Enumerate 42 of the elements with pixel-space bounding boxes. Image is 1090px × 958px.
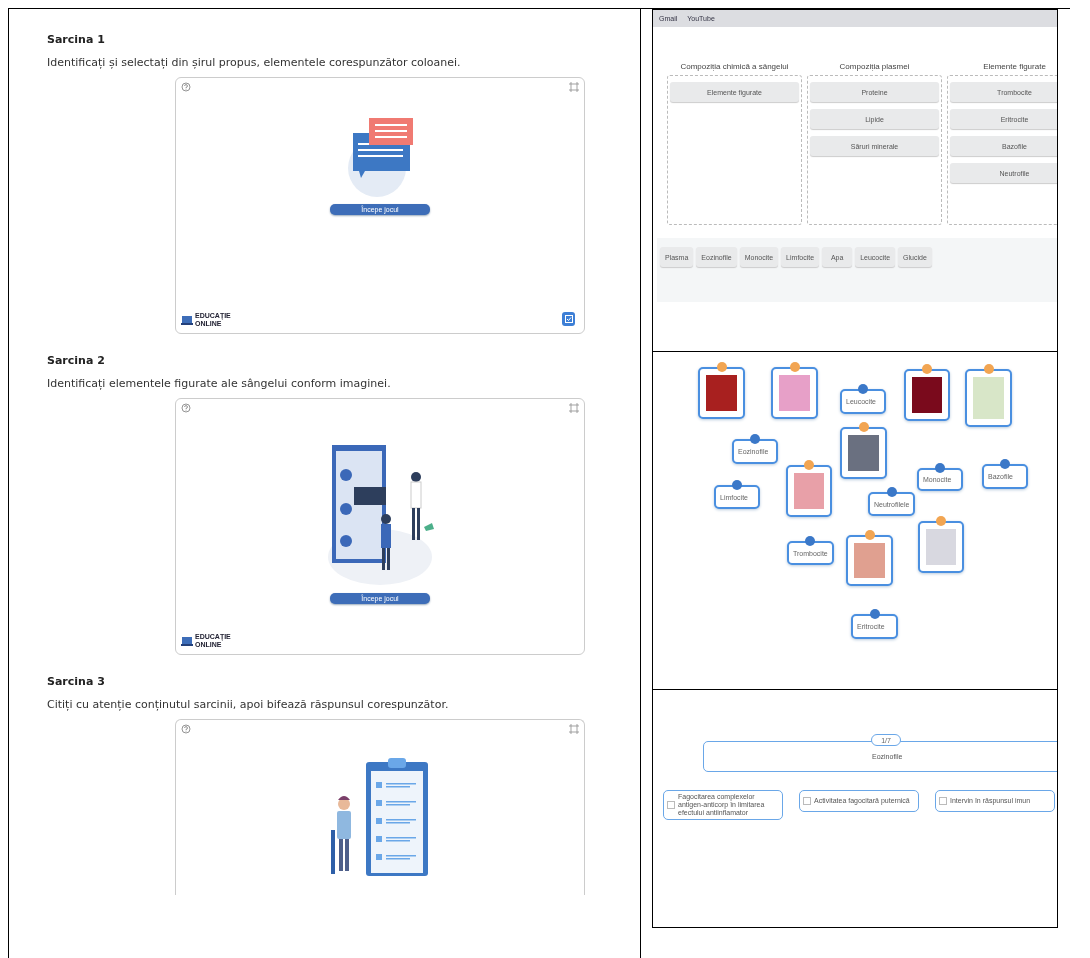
laptop-logo-icon — [181, 315, 193, 325]
photo-placeholder — [854, 543, 885, 578]
help-icon[interactable] — [181, 403, 191, 413]
help-icon[interactable] — [181, 82, 191, 92]
column-title: Elemente figurate — [983, 62, 1046, 73]
laptop-logo-icon — [181, 636, 193, 646]
checkbox[interactable] — [667, 801, 675, 809]
photo-placeholder — [706, 375, 737, 411]
pin-icon[interactable] — [732, 480, 742, 490]
fullscreen-icon[interactable] — [569, 82, 579, 92]
pin-icon[interactable] — [804, 460, 814, 470]
task-instruction: Identificați și selectați din șirul propus, elementele corespunzător coloanei. — [47, 56, 462, 69]
photo-placeholder — [779, 375, 810, 411]
photo-card[interactable] — [904, 369, 950, 421]
task-title: Sarcina 2 — [47, 354, 106, 367]
photo-placeholder — [848, 435, 879, 471]
column-title: Compoziția chimică a sângelui — [680, 62, 789, 73]
photo-placeholder — [973, 377, 1004, 419]
help-icon[interactable] — [181, 724, 191, 734]
pin-icon[interactable] — [922, 364, 932, 374]
task-title: Sarcina 1 — [47, 33, 106, 46]
column-title: Compoziția plasmei — [839, 62, 910, 73]
pin-icon[interactable] — [858, 384, 868, 394]
photo-placeholder — [926, 529, 956, 565]
checkbox-icon — [564, 315, 573, 323]
checkbox[interactable] — [939, 797, 947, 805]
check-button[interactable] — [562, 312, 575, 326]
checkbox[interactable] — [803, 797, 811, 805]
photo-placeholder — [912, 377, 942, 413]
task-instruction: Citiți cu atenție conținutul sarcinii, apoi bifează răspunsul corespunzător. — [47, 698, 450, 711]
pin-icon[interactable] — [805, 536, 816, 546]
task-instruction: Identificați elementele figurate ale sângelui conform imaginei. — [47, 377, 392, 390]
fullscreen-icon[interactable] — [569, 724, 579, 734]
photo-card[interactable] — [840, 427, 887, 479]
pin-icon[interactable] — [1000, 459, 1010, 469]
photo-placeholder — [794, 473, 824, 509]
pin-icon[interactable] — [935, 463, 945, 473]
photo-card[interactable] — [698, 367, 745, 419]
task-title: Sarcina 3 — [47, 675, 106, 688]
pin-icon[interactable] — [750, 434, 760, 444]
fullscreen-icon[interactable] — [569, 403, 579, 413]
pin-icon[interactable] — [936, 516, 946, 526]
